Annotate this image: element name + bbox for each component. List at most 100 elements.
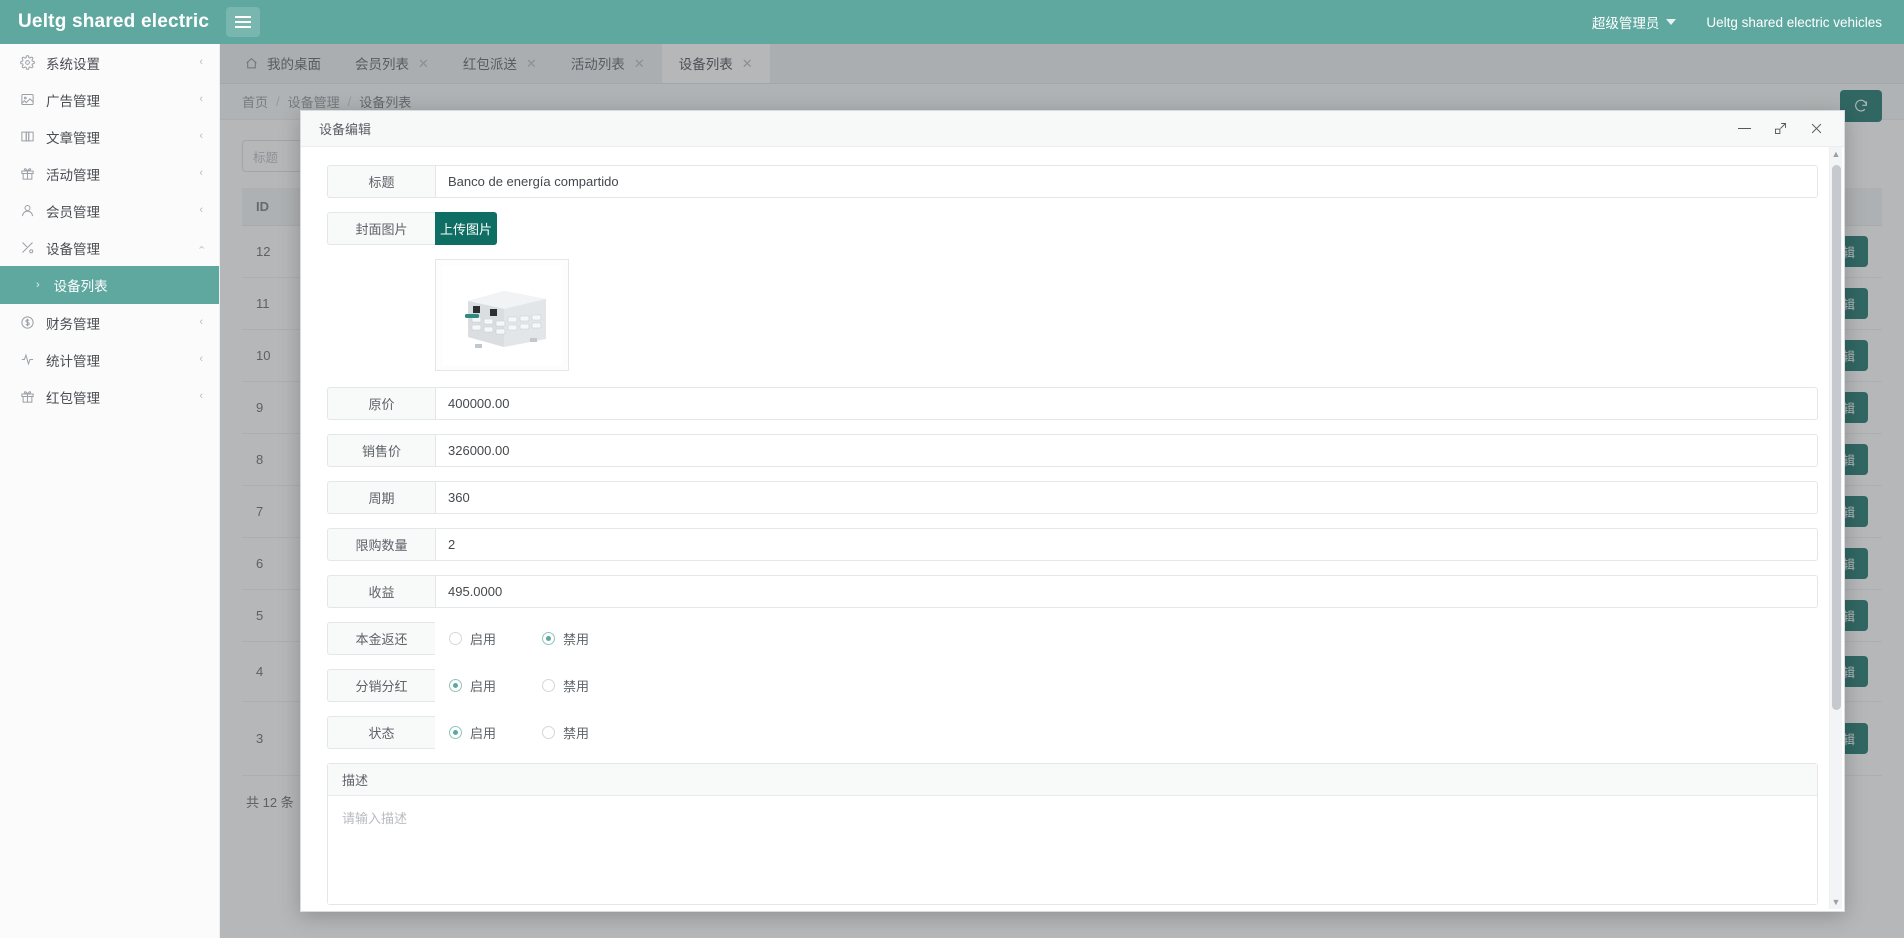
radio-label: 启用 (470, 679, 497, 694)
dialog-title-bar[interactable]: 设备编辑 (301, 111, 1844, 147)
sidebar-item-article-management[interactable]: 文章管理 ‹ (0, 118, 219, 155)
sidebar-item-label: 财务管理 (46, 316, 100, 332)
company-name-label: Ueltg shared electric vehicles (1706, 14, 1882, 30)
sidebar-item-label: 统计管理 (46, 353, 100, 369)
radio-principal-return-enable[interactable]: 启用 (449, 629, 496, 648)
upload-image-button[interactable]: 上传图片 (435, 212, 497, 245)
form-row-profit: 收益 495.0000 (327, 575, 1818, 608)
radio-circle-icon (542, 726, 556, 739)
period-input[interactable]: 360 (435, 481, 1818, 514)
chevron-left-icon: ‹ (199, 93, 203, 105)
radio-distribution-enable[interactable]: 启用 (449, 676, 496, 695)
field-label-purchase-limit: 限购数量 (327, 528, 435, 561)
field-label-distribution-dividend: 分销分红 (327, 669, 435, 702)
chevron-left-icon: ‹ (199, 316, 203, 328)
field-label-profit: 收益 (327, 575, 435, 608)
dialog-title: 设备编辑 (319, 122, 372, 137)
gear-icon (20, 55, 46, 70)
sidebar-item-label: 文章管理 (46, 130, 100, 146)
cover-image-thumbnail[interactable] (435, 259, 569, 371)
close-icon (1811, 123, 1821, 134)
form-row-original-price: 原价 400000.00 (327, 387, 1818, 420)
radio-status-enable[interactable]: 启用 (449, 723, 496, 742)
image-icon (20, 92, 46, 107)
field-label-period: 周期 (327, 481, 435, 514)
description-label: 描述 (328, 764, 1817, 796)
radio-distribution-disable[interactable]: 禁用 (542, 676, 589, 695)
field-label-original-price: 原价 (327, 387, 435, 420)
pulse-icon (20, 352, 46, 367)
sidebar-item-label: 活动管理 (46, 167, 100, 183)
minimize-button[interactable] (1726, 112, 1762, 146)
chevron-left-icon: ‹ (199, 353, 203, 365)
admin-label: 超级管理员 (1591, 16, 1660, 31)
description-textarea[interactable]: 请输入描述 (328, 796, 1817, 904)
radio-label: 禁用 (563, 726, 590, 741)
radio-circle-icon (542, 679, 556, 692)
sidebar-nav: 系统设置 ‹ 广告管理 ‹ 文章管理 ‹ 活动管理 ‹ 会员管理 ‹ 设备管理 … (0, 44, 220, 938)
field-label-sale-price: 销售价 (327, 434, 435, 467)
maximize-icon (1774, 123, 1786, 134)
radio-label: 禁用 (563, 632, 590, 647)
title-input[interactable]: Banco de energía compartido (435, 165, 1818, 198)
book-icon (20, 129, 46, 144)
original-price-input[interactable]: 400000.00 (435, 387, 1818, 420)
sidebar-item-device-management[interactable]: 设备管理 ‹ (0, 229, 219, 266)
device-icon (20, 240, 46, 255)
form-row-status: 状态 启用 禁用 (327, 716, 1818, 749)
device-thumbnail-icon (442, 265, 562, 365)
sale-price-input[interactable]: 326000.00 (435, 434, 1818, 467)
form-row-purchase-limit: 限购数量 2 (327, 528, 1818, 561)
sidebar-subitem-label: 设备列表 (53, 279, 108, 294)
description-block: 描述 请输入描述 (327, 763, 1818, 905)
profit-input[interactable]: 495.0000 (435, 575, 1818, 608)
scroll-up-arrow-icon[interactable]: ▲ (1832, 147, 1841, 161)
gift-icon (20, 166, 46, 181)
scroll-down-arrow-icon[interactable]: ▼ (1832, 895, 1841, 909)
sidebar-item-system-settings[interactable]: 系统设置 ‹ (0, 44, 219, 81)
scrollbar-thumb[interactable] (1831, 165, 1841, 710)
radio-label: 启用 (470, 632, 497, 647)
chevron-left-icon: ‹ (199, 390, 203, 402)
close-button[interactable] (1798, 112, 1834, 146)
dialog-window-controls (1726, 112, 1834, 146)
field-label-principal-return: 本金返还 (327, 622, 435, 655)
dialog-scrollbar[interactable]: ▲ ▼ (1829, 147, 1842, 909)
radio-principal-return-disable[interactable]: 禁用 (542, 629, 589, 648)
field-label-status: 状态 (327, 716, 435, 749)
radio-circle-selected-icon (449, 679, 462, 692)
topbar-right-group: 超级管理员 Ueltg shared electric vehicles (1592, 12, 1904, 32)
radio-circle-selected-icon (542, 632, 556, 645)
app-brand-title: Ueltg shared electric (18, 11, 210, 32)
sidebar-item-label: 系统设置 (46, 56, 100, 72)
sidebar-item-device-list[interactable]: › 设备列表 (0, 266, 219, 304)
status-radio-group: 启用 禁用 (435, 716, 1818, 749)
gift-icon (20, 389, 46, 404)
form-row-distribution-dividend: 分销分红 启用 禁用 (327, 669, 1818, 702)
hamburger-icon[interactable] (226, 7, 260, 37)
sidebar-item-member-management[interactable]: 会员管理 ‹ (0, 192, 219, 229)
purchase-limit-input[interactable]: 2 (435, 528, 1818, 561)
sidebar-item-finance-management[interactable]: 财务管理 ‹ (0, 304, 219, 341)
sidebar-item-label: 红包管理 (46, 390, 100, 406)
sidebar-item-label: 广告管理 (46, 93, 100, 109)
dollar-icon (20, 315, 46, 330)
scrollbar-track[interactable] (1830, 161, 1843, 895)
sidebar-item-label: 设备管理 (46, 241, 100, 257)
sidebar-item-redpacket-management[interactable]: 红包管理 ‹ (0, 378, 219, 415)
app-root: Ueltg shared electric 超级管理员 Ueltg shared… (0, 0, 1904, 938)
hamburger-bar (235, 16, 251, 18)
device-edit-dialog: 设备编辑 标题 Banco de energía compartido 封面图片… (300, 110, 1845, 912)
dialog-form-body: 标题 Banco de energía compartido 封面图片 上传图片 (301, 147, 1844, 911)
maximize-button[interactable] (1762, 112, 1798, 146)
admin-menu-button[interactable]: 超级管理员 (1592, 12, 1677, 32)
radio-status-disable[interactable]: 禁用 (542, 723, 589, 742)
hamburger-bar (235, 26, 251, 28)
form-row-period: 周期 360 (327, 481, 1818, 514)
hamburger-bar (235, 21, 251, 23)
sidebar-item-statistics-management[interactable]: 统计管理 ‹ (0, 341, 219, 378)
sidebar-item-ad-management[interactable]: 广告管理 ‹ (0, 81, 219, 118)
chevron-left-icon: ‹ (199, 56, 203, 68)
sidebar-item-activity-management[interactable]: 活动管理 ‹ (0, 155, 219, 192)
form-row-title: 标题 Banco de energía compartido (327, 165, 1818, 198)
